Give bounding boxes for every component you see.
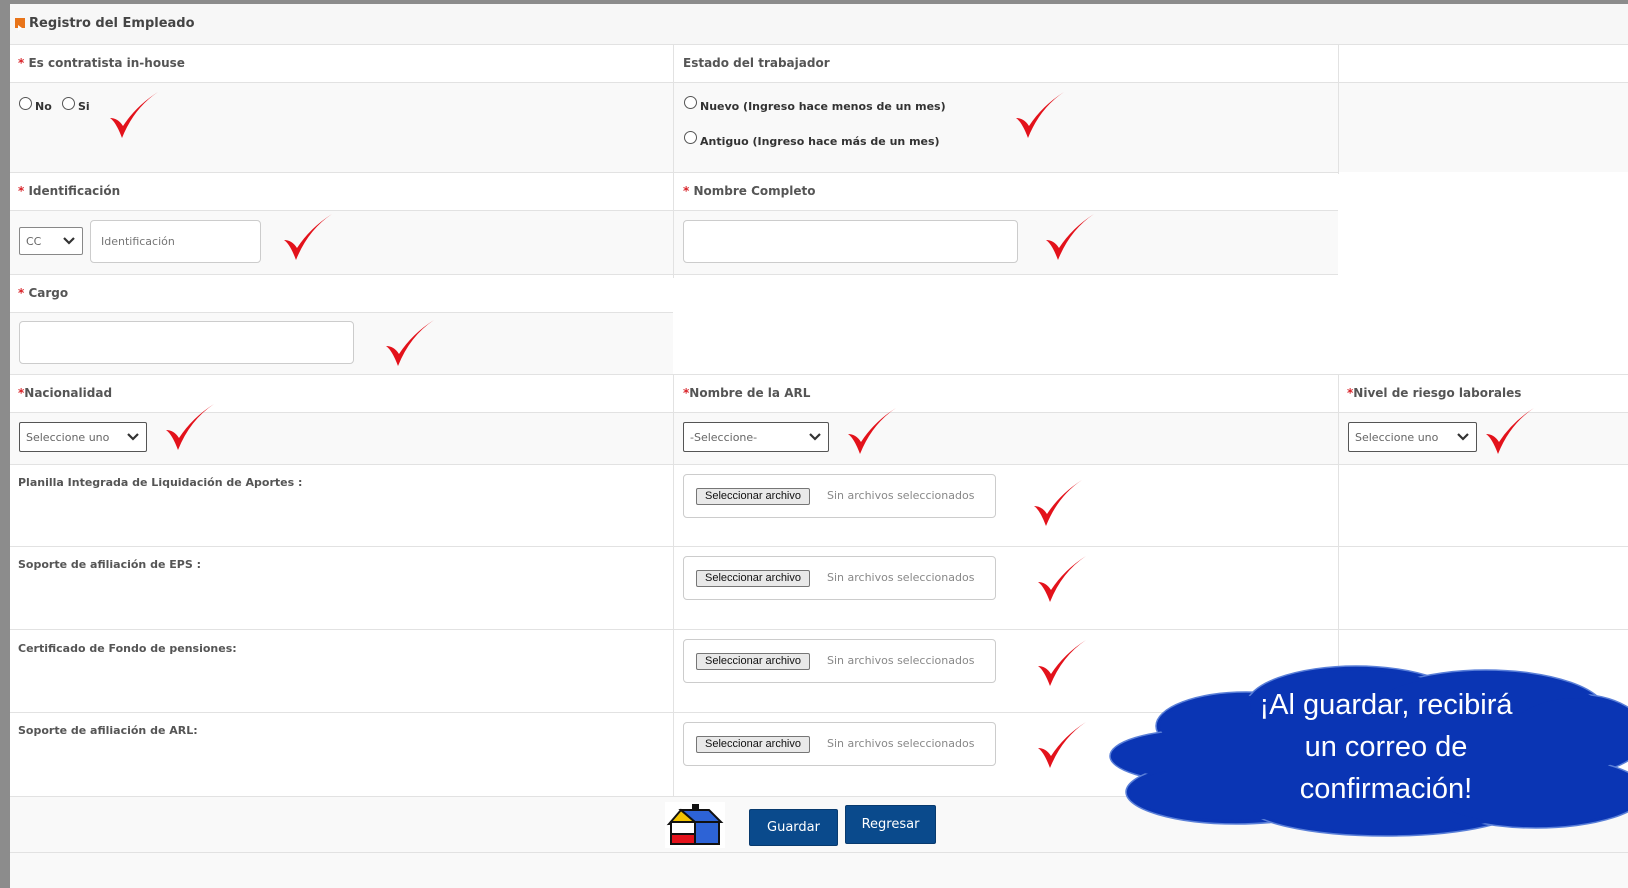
file-input-eps[interactable]: Seleccionar archivo Sin archivos selecci… — [683, 556, 996, 600]
row-bg — [10, 82, 1628, 172]
arl-selected: -Seleccione- — [690, 430, 758, 444]
divider — [673, 44, 674, 278]
nacionalidad-selected: Seleccione uno — [26, 430, 110, 444]
doc-type-select[interactable]: CC — [19, 227, 83, 255]
save-button[interactable]: Guardar — [749, 809, 838, 846]
radio-si-label: Si — [78, 100, 90, 113]
panel-title: Registro del Empleado — [29, 16, 195, 31]
upload-label-arl: Soporte de afiliación de ARL: — [18, 724, 198, 737]
checkmark-icon — [1016, 92, 1064, 138]
checkmark-icon — [110, 92, 158, 138]
back-button[interactable]: Regresar — [845, 805, 936, 844]
doc-type-value: CC — [26, 234, 42, 248]
file-status: Sin archivos seleccionados — [827, 737, 975, 750]
upload-label-pila: Planilla Integrada de Liquidación de Apo… — [18, 476, 303, 489]
arl-label: *Nombre de la ARL — [683, 386, 810, 400]
contratista-label-text: Es contratista in-house — [28, 56, 185, 70]
radio-no-label: No — [35, 100, 52, 113]
panel-header-bg — [10, 4, 1628, 44]
choose-file-button[interactable]: Seleccionar archivo — [696, 570, 810, 587]
radio-antiguo[interactable] — [684, 131, 697, 144]
callout-line-1: ¡Al guardar, recibirá — [1259, 689, 1513, 721]
checkmark-icon — [1038, 722, 1086, 768]
panel-arrow-icon — [15, 18, 25, 31]
chevron-down-icon — [1457, 433, 1469, 441]
choose-file-button[interactable]: Seleccionar archivo — [696, 653, 810, 670]
divider — [10, 274, 1338, 275]
divider — [10, 412, 1628, 413]
checkmark-icon — [1038, 640, 1086, 686]
cargo-label: * Cargo — [18, 286, 68, 300]
checkmark-icon — [1034, 480, 1082, 526]
riesgo-selected: Seleccione uno — [1355, 430, 1439, 444]
checkmark-icon — [386, 320, 434, 366]
nombre-label: * Nombre Completo — [683, 184, 815, 198]
radio-si[interactable] — [62, 97, 75, 110]
arl-label-text: Nombre de la ARL — [689, 386, 811, 400]
estado-label: Estado del trabajador — [683, 56, 830, 70]
file-status: Sin archivos seleccionados — [827, 489, 975, 502]
nombre-label-text: Nombre Completo — [693, 184, 816, 198]
radio-nuevo-label: Nuevo (Ingreso hace menos de un mes) — [700, 100, 946, 113]
divider — [10, 374, 1628, 375]
checkmark-icon — [284, 214, 332, 260]
identificacion-input[interactable] — [90, 220, 261, 263]
divider — [1338, 44, 1339, 174]
required-mark: * — [683, 184, 690, 198]
riesgo-label: *Nivel de riesgo laborales — [1347, 386, 1521, 400]
divider — [10, 464, 1628, 465]
cargo-label-text: Cargo — [28, 286, 69, 300]
radio-nuevo[interactable] — [684, 96, 697, 109]
callout-line-3: confirmación! — [1299, 773, 1473, 805]
file-status: Sin archivos seleccionados — [827, 654, 975, 667]
callout-line-2: un correo de — [1304, 731, 1468, 763]
required-mark: * — [18, 184, 25, 198]
nacionalidad-label-text: Nacionalidad — [24, 386, 113, 400]
riesgo-select[interactable]: Seleccione uno — [1348, 422, 1477, 452]
chevron-down-icon — [127, 433, 139, 441]
file-status: Sin archivos seleccionados — [827, 571, 975, 584]
identificacion-label-text: Identificación — [28, 184, 121, 198]
radio-no[interactable] — [19, 97, 32, 110]
file-input-pila[interactable]: Seleccionar archivo Sin archivos selecci… — [683, 474, 996, 518]
nacionalidad-label: *Nacionalidad — [18, 386, 112, 400]
identificacion-label: * Identificación — [18, 184, 120, 198]
arl-select[interactable]: -Seleccione- — [683, 422, 829, 452]
divider — [10, 44, 1628, 45]
divider — [10, 546, 1628, 547]
choose-file-button[interactable]: Seleccionar archivo — [696, 488, 810, 505]
nacionalidad-select[interactable]: Seleccione uno — [19, 422, 147, 452]
checkmark-icon — [848, 408, 896, 454]
required-mark: * — [18, 56, 25, 70]
checkmark-icon — [1046, 214, 1094, 260]
chevron-down-icon — [63, 237, 75, 245]
checkmark-icon — [166, 404, 214, 450]
divider — [10, 172, 1338, 173]
contratista-label: * Es contratista in-house — [18, 56, 185, 70]
file-input-arl[interactable]: Seleccionar archivo Sin archivos selecci… — [683, 722, 996, 766]
divider — [10, 852, 1628, 853]
choose-file-button[interactable]: Seleccionar archivo — [696, 736, 810, 753]
riesgo-label-text: Nivel de riesgo laborales — [1353, 386, 1522, 400]
cargo-input[interactable] — [19, 321, 354, 364]
upload-label-pensiones: Certificado de Fondo de pensiones: — [18, 642, 237, 655]
upload-label-eps: Soporte de afiliación de EPS : — [18, 558, 201, 571]
employee-form-frame: Registro del Empleado * Es contratista i… — [10, 4, 1628, 888]
chevron-down-icon — [809, 433, 821, 441]
nombre-input[interactable] — [683, 220, 1018, 263]
checkmark-icon — [1038, 556, 1086, 602]
divider — [10, 312, 673, 313]
file-input-pensiones[interactable]: Seleccionar archivo Sin archivos selecci… — [683, 639, 996, 683]
divider — [673, 374, 674, 796]
radio-antiguo-label: Antiguo (Ingreso hace más de un mes) — [700, 135, 940, 148]
checkmark-icon — [1486, 408, 1534, 454]
divider — [10, 210, 1338, 211]
divider — [10, 82, 1628, 83]
house-logo-icon — [665, 802, 725, 848]
divider — [10, 629, 1628, 630]
required-mark: * — [18, 286, 25, 300]
